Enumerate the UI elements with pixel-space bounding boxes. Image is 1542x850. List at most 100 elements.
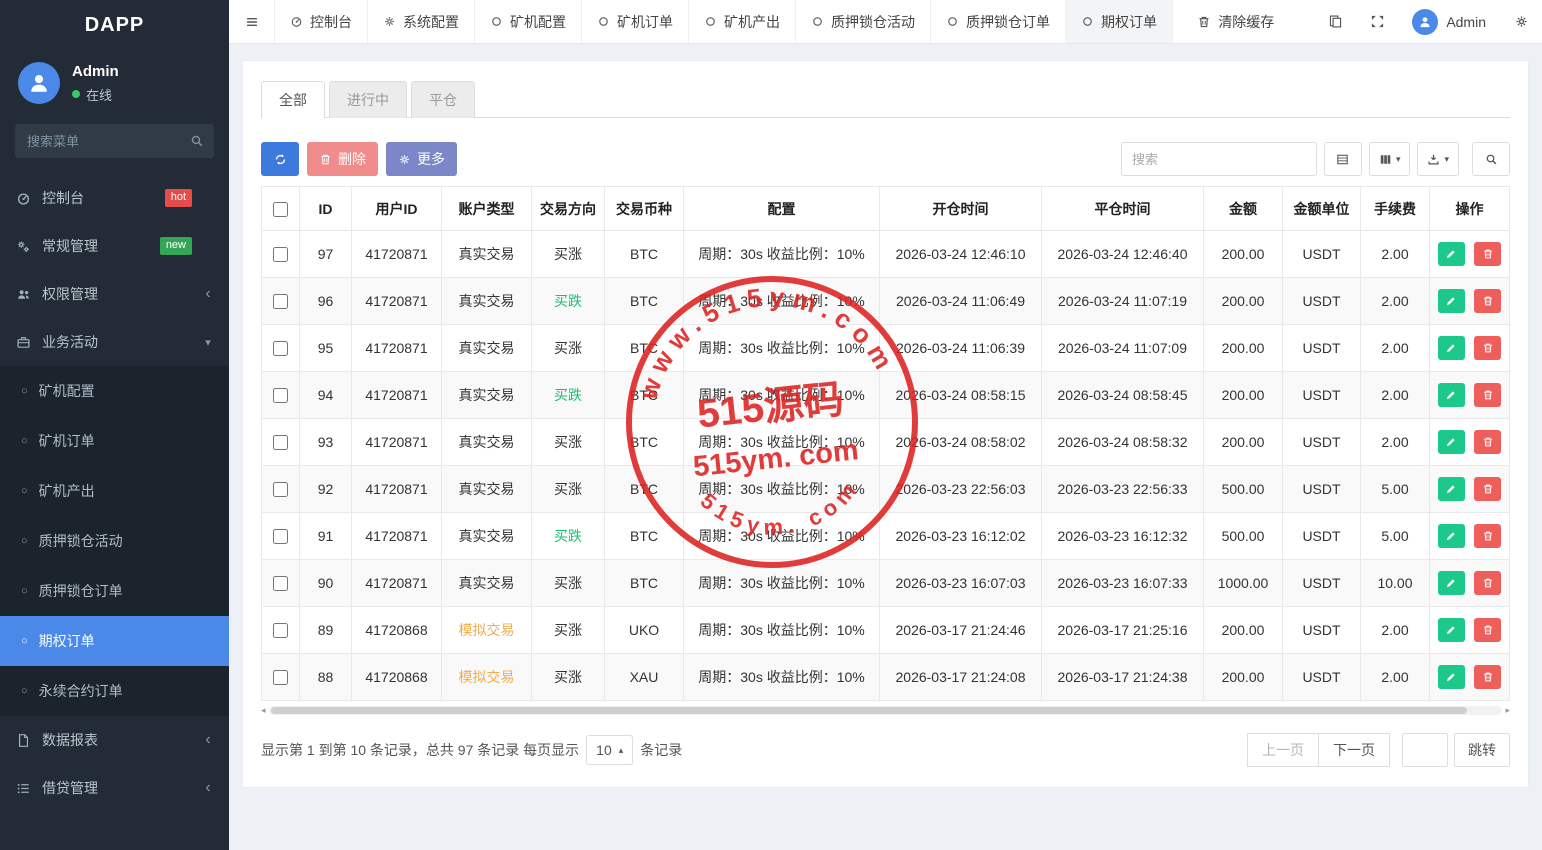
row-checkbox[interactable] [273,482,288,497]
sidebar-subitem[interactable]: ○ 期权订单 [0,616,229,666]
cell-checkbox [262,466,300,513]
sidebar-item[interactable]: 权限管理 [0,270,229,318]
cell-amount-unit: USDT [1283,513,1361,560]
hamburger-icon [245,15,259,29]
trash-icon [1482,295,1494,307]
settings-button[interactable] [1500,0,1542,44]
delete-row-button[interactable] [1474,571,1501,595]
sidebar-item[interactable]: 借贷管理 [0,764,229,812]
edit-button[interactable] [1438,242,1465,266]
toolbar-button[interactable]: ▾ [1369,142,1411,176]
cell-coin: BTC [605,372,684,419]
sidebar-subitem[interactable]: ○ 永续合约订单 [0,666,229,716]
row-checkbox[interactable] [273,576,288,591]
edit-button[interactable] [1438,289,1465,313]
delete-row-button[interactable] [1474,383,1501,407]
row-checkbox[interactable] [273,529,288,544]
toolbar-button[interactable] [1472,142,1510,176]
sidebar-subitem[interactable]: ○ 矿机订单 [0,416,229,466]
refresh-button[interactable] [261,142,299,176]
admin-menu[interactable]: Admin [1398,9,1500,35]
toolbar-button[interactable] [1324,142,1362,176]
edit-button[interactable] [1438,430,1465,454]
delete-row-button[interactable] [1474,430,1501,454]
edit-button[interactable] [1438,336,1465,360]
delete-button[interactable]: 删除 [307,142,378,176]
docs-button[interactable] [1314,0,1356,44]
topnav-tab[interactable]: 矿机产出 [689,0,796,43]
avatar[interactable] [18,62,60,104]
edit-button[interactable] [1438,477,1465,501]
delete-row-button[interactable] [1474,524,1501,548]
fullscreen-button[interactable] [1356,0,1398,44]
column-header: 金额单位 [1283,187,1361,231]
cell-direction: 买涨 [532,607,605,654]
sidebar-subitem[interactable]: ○ 质押锁仓订单 [0,566,229,616]
toolbar-button[interactable]: ▾ [1417,142,1459,176]
delete-row-button[interactable] [1474,477,1501,501]
circle-icon: ○ [21,536,28,547]
list-icon [16,781,31,796]
row-checkbox[interactable] [273,294,288,309]
filter-tab[interactable]: 全部 [261,81,325,118]
sidebar-item[interactable]: 控制台 hot [0,174,229,222]
edit-button[interactable] [1438,571,1465,595]
row-checkbox[interactable] [273,388,288,403]
delete-row-button[interactable] [1474,336,1501,360]
edit-button[interactable] [1438,524,1465,548]
sidebar-item[interactable]: 数据报表 [0,716,229,764]
more-button[interactable]: 更多 [386,142,457,176]
topnav-tab[interactable]: 质押锁仓订单 [931,0,1066,43]
page-size-dropdown[interactable]: 10 ▴ [586,735,633,765]
filter-tab[interactable]: 进行中 [329,81,407,118]
edit-button[interactable] [1438,383,1465,407]
edit-button[interactable] [1438,618,1465,642]
horizontal-scrollbar[interactable]: ◂ ▸ [261,706,1510,715]
topnav-tab[interactable]: 期权订单 [1066,0,1173,43]
users-icon [16,287,31,302]
table-footer: 显示第 1 到第 10 条记录，总共 97 条记录 每页显示 10 ▴ 条记录 … [261,733,1510,767]
cell-account-type: 真实交易 [442,419,532,466]
cell-open-time: 2026-03-23 22:56:03 [880,466,1042,513]
edit-button[interactable] [1438,665,1465,689]
clear-cache-button[interactable]: 清除缓存 [1181,12,1290,32]
table-row: 97 41720871 真实交易 买涨 BTC 周期：30s 收益比例：10% … [262,231,1510,278]
avatar [1412,9,1438,35]
filter-tab[interactable]: 平仓 [411,81,475,118]
jump-page-input[interactable] [1402,733,1448,767]
sidebar-search-input[interactable] [15,124,214,158]
row-checkbox[interactable] [273,247,288,262]
topnav-tab[interactable]: 矿机订单 [582,0,689,43]
cell-user-id: 41720868 [352,607,442,654]
topnav-tab[interactable]: 质押锁仓活动 [796,0,931,43]
next-page-button[interactable]: 下一页 [1318,733,1390,767]
sidebar-subitem[interactable]: ○ 矿机配置 [0,366,229,416]
cell-amount: 200.00 [1204,607,1283,654]
jump-button[interactable]: 跳转 [1454,733,1510,767]
row-checkbox[interactable] [273,435,288,450]
sidebar-menu: 控制台 hot 常规管理 new 权限管理 业务活动 ○ 矿机配置 ○ 矿机订单… [0,174,229,812]
delete-row-button[interactable] [1474,618,1501,642]
row-checkbox[interactable] [273,670,288,685]
scrollbar-thumb[interactable] [271,707,1468,714]
topnav-tab[interactable]: 控制台 [275,0,368,43]
trash-icon [1482,577,1494,589]
topnav-tab[interactable]: 系统配置 [368,0,475,43]
topnav-tab[interactable]: 矿机配置 [475,0,582,43]
delete-row-button[interactable] [1474,665,1501,689]
trash-icon [1482,389,1494,401]
delete-row-button[interactable] [1474,289,1501,313]
sidebar-subitem[interactable]: ○ 质押锁仓活动 [0,516,229,566]
select-all-checkbox[interactable] [273,202,288,217]
sidebar-toggle-button[interactable] [229,0,275,43]
delete-row-button[interactable] [1474,242,1501,266]
row-checkbox[interactable] [273,623,288,638]
cell-open-time: 2026-03-17 21:24:46 [880,607,1042,654]
prev-page-button[interactable]: 上一页 [1247,733,1319,767]
caret-down-icon: ▾ [1396,155,1401,164]
row-checkbox[interactable] [273,341,288,356]
sidebar-subitem[interactable]: ○ 矿机产出 [0,466,229,516]
table-search-input[interactable] [1121,142,1317,176]
sidebar-item[interactable]: 常规管理 new [0,222,229,270]
sidebar-item[interactable]: 业务活动 [0,318,229,366]
